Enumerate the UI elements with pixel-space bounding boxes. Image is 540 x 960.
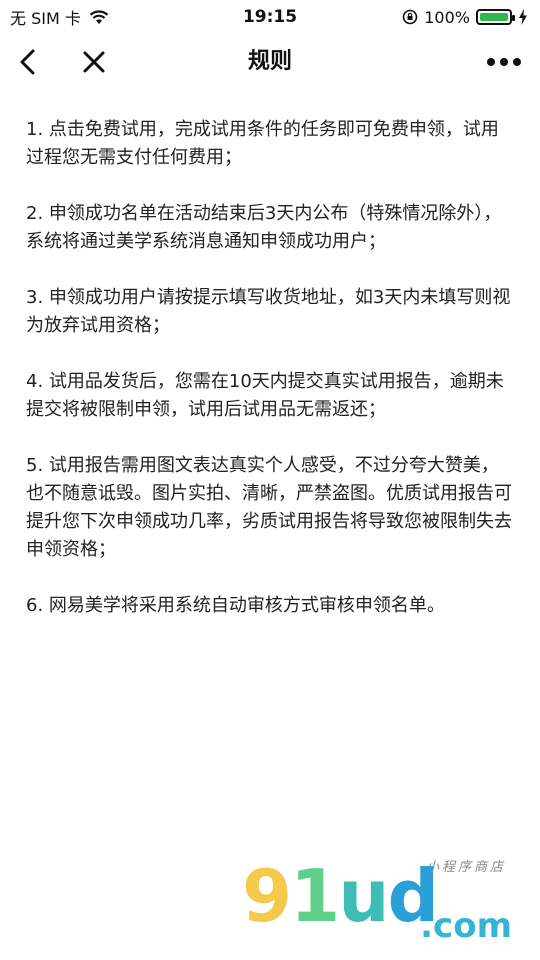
rules-content: 1. 点击免费试用，完成试用条件的任务即可免费申领，试用过程您无需支付任何费用；… [26, 116, 516, 648]
watermark-domain: .com [420, 906, 512, 946]
battery-percent: 100% [424, 7, 470, 27]
battery-fill [480, 13, 508, 21]
nav-bar: 规则 [0, 34, 540, 90]
watermark: 91ud 小程序商店 .com [242, 856, 512, 946]
charging-icon [519, 9, 527, 25]
more-dots-icon [487, 58, 521, 66]
more-button[interactable] [482, 34, 526, 90]
rule-item: 5. 试用报告需用图文表达真实个人感受，不过分夸大赞美，也不随意诋毁。图片实拍、… [26, 455, 512, 560]
rule-item: 2. 申领成功名单在活动结束后3天内公布（特殊情况除外），系统将通过美学系统消息… [26, 203, 502, 252]
wifi-icon [89, 10, 109, 24]
page-title: 规则 [247, 49, 292, 74]
rule-item: 1. 点击免费试用，完成试用条件的任务即可免费申领，试用过程您无需支付任何费用； [26, 119, 499, 168]
watermark-note: 小程序商店 [425, 860, 506, 875]
watermark-logo: 91ud [242, 854, 439, 938]
status-right: 100% [402, 8, 540, 27]
rule-item: 6. 网易美学将采用系统自动审核方式审核申领名单。 [26, 595, 445, 616]
battery-icon [476, 9, 515, 25]
carrier-label: 无 SIM 卡 [10, 9, 81, 28]
status-bar: 无 SIM 卡 19:15 100% [0, 0, 540, 34]
rotation-lock-icon [402, 9, 418, 25]
rule-item: 3. 申领成功用户请按提示填写收货地址，如3天内未填写则视为放弃试用资格； [26, 287, 511, 336]
rule-item: 4. 试用品发货后，您需在10天内提交真实试用报告，逾期未提交将被限制申领，试用… [26, 371, 504, 420]
status-left: 无 SIM 卡 [0, 5, 109, 29]
